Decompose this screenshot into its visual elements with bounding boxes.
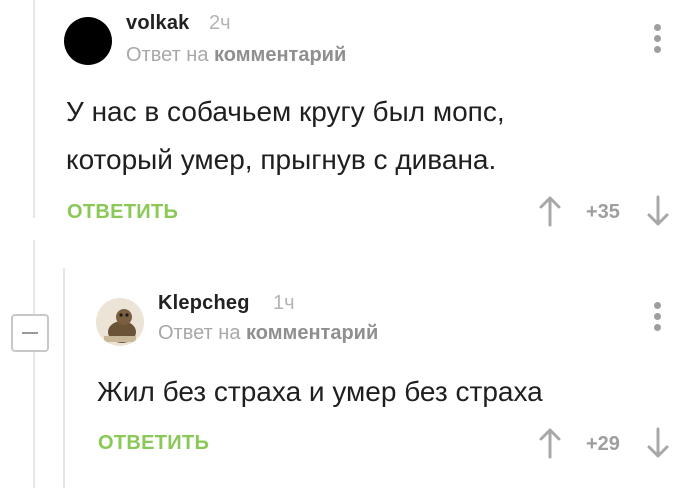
reply-to-line: Ответ на комментарий <box>126 44 346 67</box>
avatar[interactable] <box>64 17 112 65</box>
minus-square-icon <box>22 332 38 334</box>
reply-to-prefix: Ответ на <box>126 44 209 66</box>
arrow-down-icon[interactable] <box>646 195 670 227</box>
reply-thread-line <box>63 268 65 488</box>
arrow-down-icon[interactable] <box>646 427 670 459</box>
comment-text-line: который умер, прыгнув с дивана. <box>66 144 497 175</box>
vote-score: +35 <box>586 201 620 223</box>
vertical-dots-icon[interactable] <box>654 24 662 54</box>
reply-to-link[interactable]: комментарий <box>246 322 378 344</box>
comment-text-line: Жил без страха и умер без страха <box>97 376 543 407</box>
arrow-up-icon[interactable] <box>538 195 562 227</box>
comment-time: 2ч <box>209 12 231 34</box>
comment-text: У нас в собачьем кругу был мопс, который… <box>66 88 666 184</box>
reply-button[interactable]: ОТВЕТИТЬ <box>67 201 178 224</box>
reply-to-line: Ответ на комментарий <box>158 322 378 345</box>
reply-button[interactable]: ОТВЕТИТЬ <box>98 432 209 455</box>
avatar[interactable] <box>96 298 144 346</box>
vote-score: +29 <box>586 433 620 455</box>
comment-text-line: У нас в собачьем кругу был мопс, <box>66 96 505 127</box>
reply-to-link[interactable]: комментарий <box>214 44 346 66</box>
comment-text: Жил без страха и умер без страха <box>97 368 657 416</box>
reply-to-prefix: Ответ на <box>158 322 241 344</box>
thread-line <box>33 0 35 218</box>
comment-time: 1ч <box>273 292 295 314</box>
username[interactable]: volkak <box>126 12 189 35</box>
username[interactable]: Klepcheg <box>158 292 250 315</box>
collapse-thread-button[interactable] <box>11 314 49 352</box>
thread-line <box>33 240 35 488</box>
arrow-up-icon[interactable] <box>538 427 562 459</box>
vertical-dots-icon[interactable] <box>654 302 662 332</box>
